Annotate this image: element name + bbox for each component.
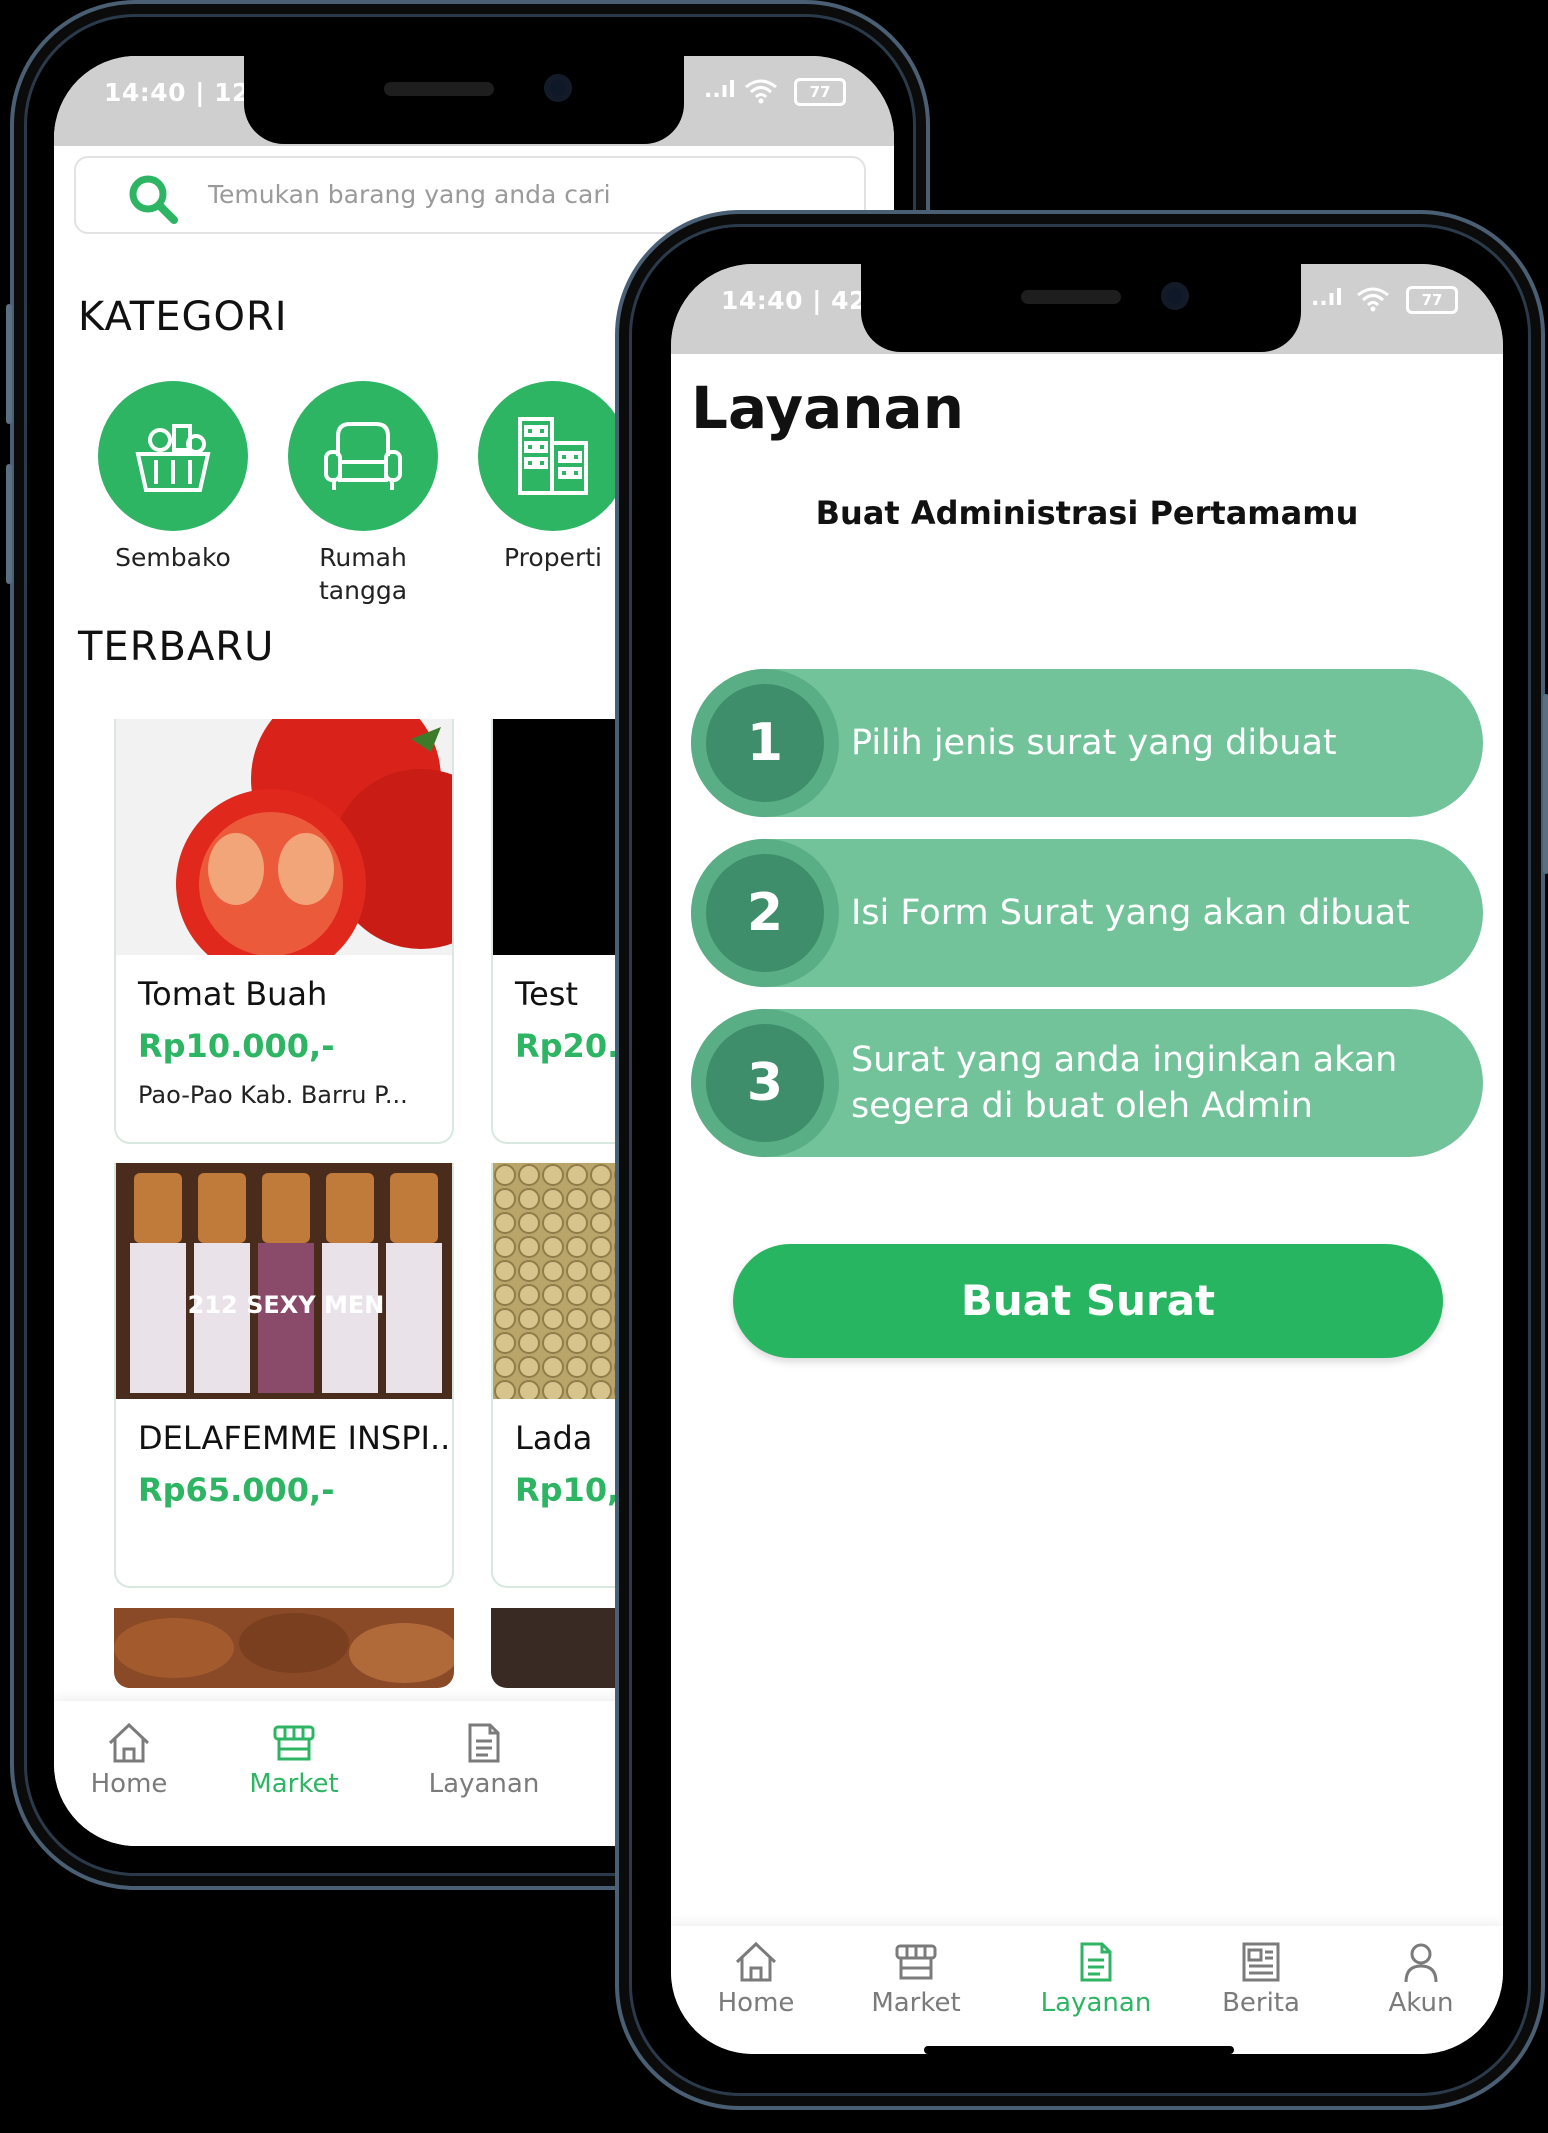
- product-location: Pao-Pao Kab. Barru P...: [138, 1081, 408, 1109]
- subtitle: Buat Administrasi Pertamamu: [815, 494, 1359, 532]
- step-text: Pilih jenis surat yang dibuat: [851, 723, 1337, 763]
- search-input[interactable]: Temukan barang yang anda cari: [208, 180, 611, 209]
- product-name: Lada: [515, 1419, 593, 1457]
- wifi-icon: [744, 78, 778, 110]
- document-icon: [1080, 1942, 1112, 1982]
- category-label: Properti: [504, 543, 602, 572]
- product-name: Tomat Buah: [138, 975, 328, 1013]
- page-title: Layanan: [691, 374, 964, 442]
- terbaru-title: TERBARU: [78, 624, 275, 670]
- nav-market[interactable]: Market: [234, 1721, 354, 1799]
- nav-label: Layanan: [1040, 1988, 1152, 2018]
- cocoa-image: [114, 1608, 454, 1688]
- sofa-icon: [324, 422, 402, 490]
- market-icon: [895, 1944, 937, 1980]
- home-indicator: [314, 1832, 634, 1840]
- step-2: 2 Isi Form Surat yang akan dibuat: [691, 839, 1483, 987]
- nav-label: Market: [871, 1988, 961, 2018]
- step-text: Isi Form Surat yang akan dibuat: [851, 893, 1410, 933]
- search-icon: [129, 175, 178, 224]
- nav-layanan[interactable]: Layanan: [419, 1721, 549, 1799]
- step-number: 1: [706, 684, 824, 802]
- market-icon: [273, 1725, 315, 1761]
- product-card[interactable]: [114, 1608, 454, 1688]
- kategori-title: KATEGORI: [78, 294, 288, 340]
- wifi-icon: [1356, 286, 1390, 318]
- perfume-label: 212 SEXY MEN: [188, 1291, 385, 1319]
- category-rumah-tangga[interactable]: Rumah tangga: [278, 381, 448, 607]
- signal-icon: ..ıl: [704, 78, 736, 103]
- perfume-image: 212 SEXY MEN: [116, 1163, 452, 1399]
- step-text: Surat yang anda inginkan akan segera di …: [851, 1040, 1398, 1126]
- battery-icon: 77: [794, 78, 846, 106]
- category-label: Rumah tangga: [318, 543, 408, 605]
- product-card[interactable]: Tomat Buah Rp10.000,- Pao-Pao Kab. Barru…: [114, 719, 454, 1144]
- nav-label: Berita: [1222, 1988, 1300, 2018]
- right-screen: 14:40 | 42.5K ..ıl 77 Layanan Buat Admin…: [671, 264, 1503, 2054]
- nav-label: Akun: [1388, 1988, 1454, 2018]
- nav-label: Market: [249, 1769, 339, 1799]
- product-card[interactable]: 212 SEXY MEN DELAFEMME INSPI... Rp65.000…: [114, 1163, 454, 1588]
- nav-label: Layanan: [428, 1769, 540, 1799]
- step-number: 2: [706, 854, 824, 972]
- nav-home[interactable]: Home: [701, 1940, 811, 2018]
- category-properti[interactable]: Properti: [468, 381, 638, 574]
- category-label: Sembako: [115, 543, 231, 572]
- news-icon: [1242, 1942, 1280, 1982]
- battery-icon: 77: [1406, 286, 1458, 314]
- nav-label: Home: [717, 1988, 795, 2018]
- home-icon: [735, 1941, 777, 1982]
- step-number: 3: [706, 1024, 824, 1142]
- product-price: Rp10.000,-: [138, 1027, 335, 1065]
- user-icon: [1404, 1943, 1438, 1983]
- signal-icon: ..ıl: [1311, 286, 1343, 311]
- basket-icon: [135, 424, 211, 492]
- buat-surat-button[interactable]: Buat Surat: [733, 1244, 1443, 1358]
- notch: [861, 264, 1301, 352]
- product-price: Rp65.000,-: [138, 1471, 335, 1509]
- notch: [244, 56, 684, 144]
- building-icon: [518, 417, 588, 495]
- nav-akun[interactable]: Akun: [1371, 1940, 1471, 2018]
- nav-berita[interactable]: Berita: [1206, 1940, 1316, 2018]
- home-icon: [108, 1722, 150, 1763]
- tomato-image: [116, 719, 452, 955]
- nav-home[interactable]: Home: [74, 1721, 184, 1799]
- nav-market[interactable]: Market: [856, 1940, 976, 2018]
- product-name: DELAFEMME INSPI...: [138, 1419, 454, 1457]
- step-1: 1 Pilih jenis surat yang dibuat: [691, 669, 1483, 817]
- right-phone: 14:40 | 42.5K ..ıl 77 Layanan Buat Admin…: [615, 210, 1548, 2110]
- nav-label: Home: [90, 1769, 168, 1799]
- step-3: 3 Surat yang anda inginkan akan segera d…: [691, 1009, 1483, 1157]
- category-sembako[interactable]: Sembako: [88, 381, 258, 574]
- document-icon: [468, 1723, 500, 1763]
- home-indicator: [924, 2046, 1234, 2054]
- bottom-nav: Home Market Layanan Berita Akun: [671, 1926, 1503, 2054]
- nav-layanan[interactable]: Layanan: [1026, 1940, 1166, 2018]
- product-name: Test: [515, 975, 579, 1013]
